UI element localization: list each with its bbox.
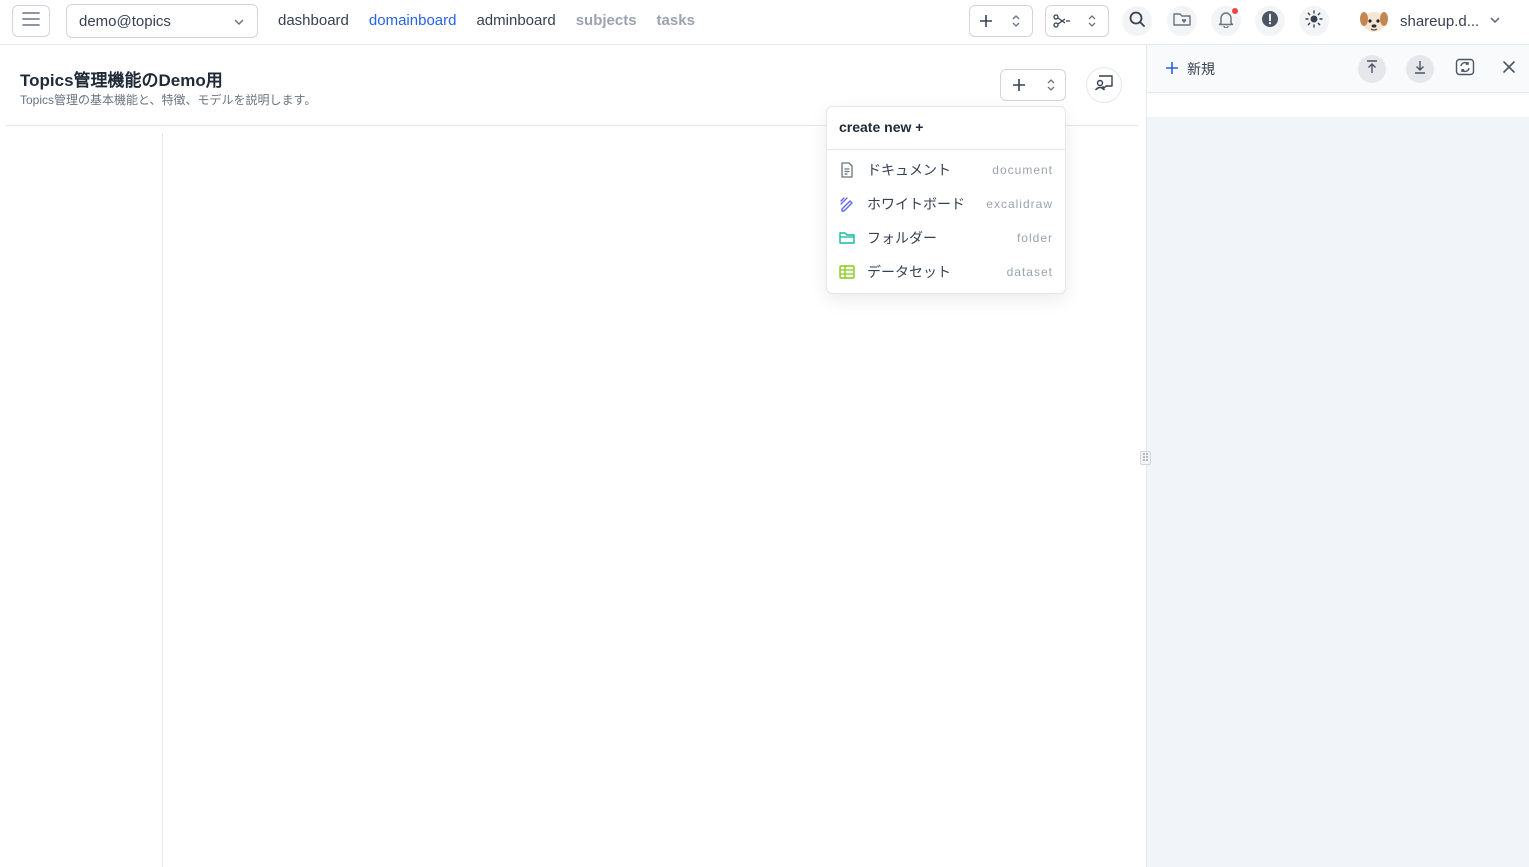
updown-icon[interactable]	[1002, 15, 1030, 27]
alert-icon	[1261, 10, 1279, 33]
quick-create-split-button	[969, 5, 1033, 37]
refresh-button[interactable]	[1453, 57, 1477, 81]
notification-dot	[1232, 8, 1238, 14]
item-keyword: folder	[1016, 231, 1053, 245]
nav-domainboard[interactable]: domainboard	[369, 12, 457, 29]
bell-icon	[1218, 10, 1234, 33]
nav-adminboard[interactable]: adminboard	[476, 12, 555, 29]
folder-icon	[839, 230, 855, 246]
domain-select[interactable]: demo@topics	[66, 4, 258, 38]
tree-divider	[162, 133, 163, 867]
menu-button[interactable]	[12, 5, 50, 37]
arrow-up-to-line-icon	[1366, 59, 1378, 79]
theme-toggle-button[interactable]	[1299, 6, 1329, 36]
create-new-split-button	[1000, 69, 1066, 101]
dropdown-heading: create new +	[827, 107, 1065, 150]
avatar	[1358, 5, 1390, 37]
pen-icon	[839, 196, 855, 212]
close-panel-button[interactable]	[1497, 57, 1521, 81]
top-bar: demo@topics dashboard domainboard adminb…	[0, 0, 1529, 45]
grip-icon	[1143, 453, 1148, 463]
download-icon	[1414, 60, 1426, 79]
upload-top-button[interactable]	[1358, 55, 1386, 83]
create-whiteboard-item[interactable]: ホワイトボード excalidraw	[827, 187, 1065, 221]
item-keyword: document	[992, 163, 1053, 177]
updown-icon[interactable]	[1037, 70, 1065, 100]
notifications-button[interactable]	[1211, 6, 1241, 36]
nav-dashboard[interactable]: dashboard	[278, 12, 349, 29]
refresh-icon	[1455, 58, 1475, 81]
plus-icon[interactable]	[1001, 70, 1037, 100]
item-label: ドキュメント	[867, 162, 951, 178]
item-keyword: excalidraw	[986, 197, 1053, 211]
nav-tasks[interactable]: tasks	[657, 12, 695, 29]
sun-icon	[1305, 9, 1323, 33]
create-dataset-item[interactable]: データセット dataset	[827, 255, 1065, 289]
alerts-button[interactable]	[1255, 6, 1285, 36]
menu-icon	[22, 11, 40, 31]
new-button-label: 新規	[1187, 61, 1215, 77]
download-button[interactable]	[1406, 55, 1434, 83]
page-title: Topics管理機能のDemo用	[20, 71, 223, 90]
comments-button[interactable]	[1086, 67, 1122, 103]
side-panel-subbar	[1147, 93, 1529, 117]
document-icon	[839, 162, 855, 178]
chevron-down-icon	[1489, 13, 1501, 30]
favorites-folder-button[interactable]	[1167, 6, 1197, 36]
chevron-down-icon	[233, 15, 245, 32]
chat-person-icon	[1094, 74, 1114, 97]
user-name: shareup.d...	[1400, 12, 1480, 30]
side-panel-toolbar: 新規	[1147, 45, 1529, 93]
search-button[interactable]	[1122, 6, 1152, 36]
plus-icon[interactable]	[970, 14, 1002, 28]
close-icon	[1502, 60, 1516, 79]
page-subtitle: Topics管理の基本機能と、特徴、モデルを説明します。	[20, 93, 317, 107]
create-new-dropdown: create new + ドキュメント document ホワイトボード exc…	[826, 106, 1066, 294]
folder-heart-icon	[1173, 11, 1191, 32]
item-keyword: dataset	[1006, 265, 1053, 279]
table-icon	[839, 264, 855, 280]
tools-split-button	[1045, 5, 1109, 37]
domain-select-value: demo@topics	[79, 12, 171, 30]
new-button[interactable]: 新規	[1165, 59, 1215, 79]
panel-resize-handle[interactable]	[1140, 451, 1151, 465]
main-nav: dashboard domainboard adminboard subject…	[278, 12, 695, 29]
item-label: ホワイトボード	[867, 196, 965, 212]
item-label: データセット	[867, 264, 951, 280]
user-menu[interactable]: shareup.d...	[1358, 5, 1501, 37]
plus-icon	[1165, 61, 1179, 78]
create-folder-item[interactable]: フォルダー folder	[827, 221, 1065, 255]
updown-icon[interactable]	[1078, 15, 1106, 27]
search-icon	[1128, 10, 1146, 33]
item-label: フォルダー	[867, 230, 937, 246]
scissors-icon[interactable]	[1046, 14, 1078, 28]
right-side-panel: 新規	[1146, 45, 1529, 867]
nav-subjects[interactable]: subjects	[576, 12, 637, 29]
create-document-item[interactable]: ドキュメント document	[827, 153, 1065, 187]
